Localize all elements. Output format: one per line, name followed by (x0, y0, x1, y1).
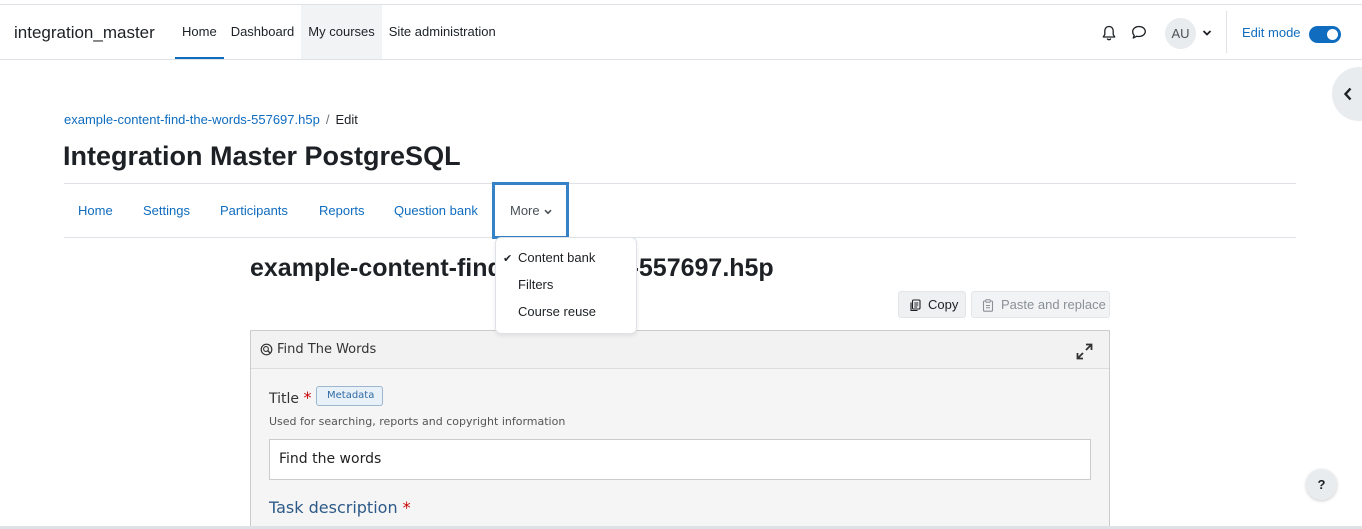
more-label: More (510, 203, 540, 218)
clipboard-icon (982, 299, 994, 312)
menu-item-label: Course reuse (518, 304, 597, 319)
copy-label: Copy (928, 297, 959, 312)
menu-item-label: Content bank (518, 250, 596, 265)
copy-icon (910, 299, 921, 312)
paste-and-replace-button[interactable]: Paste and replace (971, 291, 1110, 318)
fullscreen-icon[interactable] (1076, 343, 1093, 360)
nav-site-administration[interactable]: Site administration (382, 5, 503, 59)
title-field-label: Title * (269, 388, 311, 407)
course-nav-participants[interactable]: Participants (220, 184, 288, 237)
nav-my-courses[interactable]: My courses (301, 5, 382, 59)
bell-icon[interactable] (1102, 25, 1116, 41)
breadcrumb-current: Edit (335, 112, 358, 127)
top-navbar: integration_master Home Dashboard My cou… (0, 4, 1362, 60)
menu-item-course-reuse[interactable]: Course reuse (496, 304, 636, 331)
secondary-navigation: Home Settings Participants Reports Quest… (64, 182, 1296, 239)
menu-item-filters[interactable]: Filters (496, 277, 636, 304)
chevron-left-icon (1343, 87, 1352, 101)
paste-label: Paste and replace (1001, 297, 1106, 312)
user-avatar[interactable]: AU (1165, 18, 1196, 49)
chat-icon[interactable] (1131, 25, 1147, 40)
find-the-words-icon (260, 343, 273, 356)
breadcrumb-link[interactable]: example-content-find-the-words-557697.h5… (64, 112, 320, 127)
site-name[interactable]: integration_master (14, 23, 155, 43)
required-marker: * (303, 388, 312, 407)
more-menu-button[interactable]: More (492, 182, 569, 239)
copy-button[interactable]: Copy (898, 291, 966, 318)
edit-mode-toggle[interactable] (1309, 26, 1341, 43)
required-marker: * (402, 498, 411, 517)
title-label-text: Title (269, 391, 300, 407)
chevron-down-icon (544, 209, 552, 215)
chevron-down-icon[interactable] (1202, 29, 1212, 37)
check-icon: ✔ (503, 253, 513, 265)
open-drawer-button[interactable] (1332, 67, 1362, 121)
task-description-label: Task description * (269, 498, 411, 517)
library-name: Find The Words (277, 342, 377, 357)
help-button[interactable]: ? (1306, 469, 1337, 500)
metadata-button[interactable]: Metadata (316, 386, 384, 406)
breadcrumb-separator: / (325, 112, 330, 127)
course-nav-question-bank[interactable]: Question bank (394, 184, 478, 237)
menu-item-label: Filters (518, 277, 554, 292)
h5p-editor-header: Find The Words (251, 331, 1109, 369)
edit-mode-label[interactable]: Edit mode (1242, 25, 1301, 40)
nav-home[interactable]: Home (175, 5, 224, 59)
course-nav-reports[interactable]: Reports (319, 184, 365, 237)
more-dropdown-menu: ✔ Content bank Filters Course reuse (495, 237, 637, 334)
task-label-text: Task description (269, 498, 398, 517)
title-input[interactable]: Find the words (269, 439, 1091, 480)
navbar-divider (1226, 11, 1227, 53)
course-nav-home[interactable]: Home (78, 184, 113, 237)
page-title: Integration Master PostgreSQL (63, 141, 461, 171)
menu-item-content-bank[interactable]: ✔ Content bank (496, 250, 636, 277)
h5p-editor: Find The Words Title * Metadata Used for… (250, 330, 1110, 529)
breadcrumb: example-content-find-the-words-557697.h5… (64, 112, 358, 127)
course-nav-settings[interactable]: Settings (143, 184, 190, 237)
nav-dashboard[interactable]: Dashboard (224, 5, 302, 59)
title-description: Used for searching, reports and copyrigh… (269, 415, 566, 428)
primary-navigation: Home Dashboard My courses Site administr… (175, 5, 503, 59)
